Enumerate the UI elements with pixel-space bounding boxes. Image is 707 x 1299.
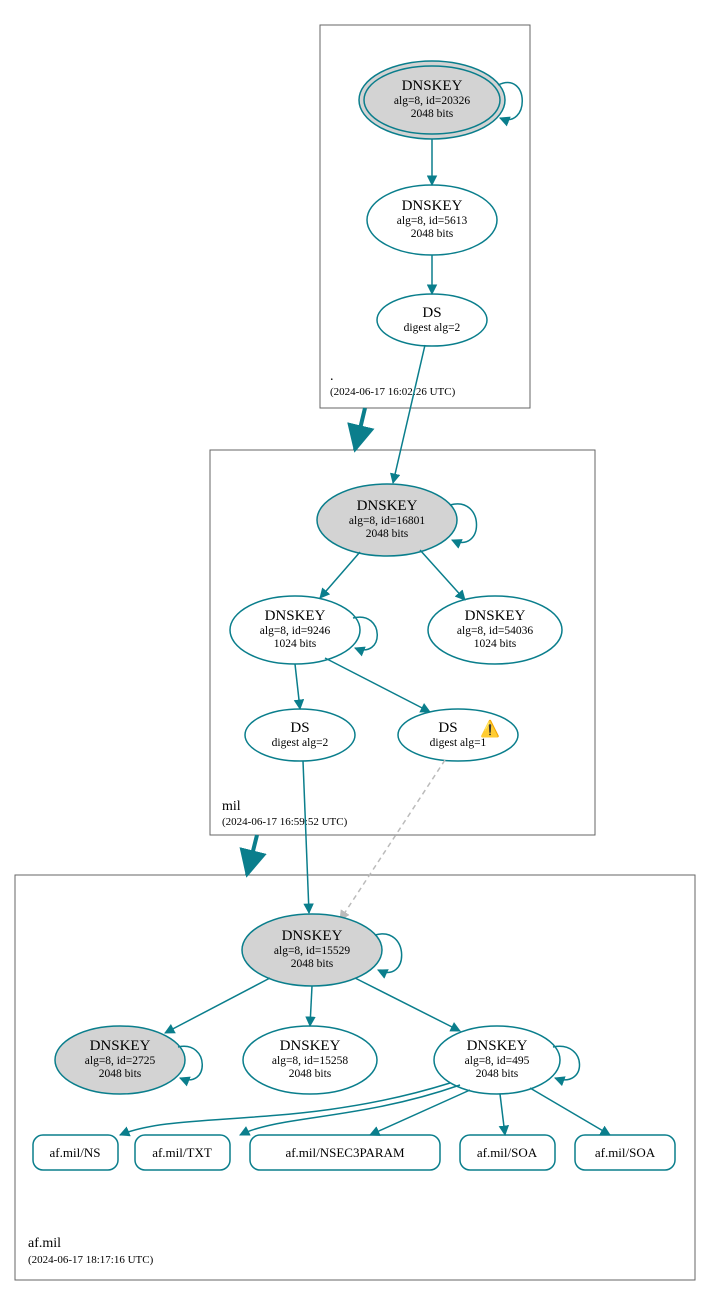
svg-text:2048 bits: 2048 bits xyxy=(411,108,454,120)
svg-text:af.mil/NS: af.mil/NS xyxy=(50,1145,101,1160)
dnssec-graph: . (2024-06-17 16:02:26 UTC) DNSKEY alg=8… xyxy=(0,0,707,1299)
zone-root-ts: (2024-06-17 16:02:26 UTC) xyxy=(330,386,456,398)
svg-text:af.mil/SOA: af.mil/SOA xyxy=(477,1145,538,1160)
leaf-soa2: af.mil/SOA xyxy=(575,1135,675,1170)
zone-afmil-label: af.mil xyxy=(28,1236,61,1251)
svg-text:2048 bits: 2048 bits xyxy=(366,528,409,540)
svg-text:af.mil/NSEC3PARAM: af.mil/NSEC3PARAM xyxy=(285,1145,405,1160)
svg-text:2048 bits: 2048 bits xyxy=(99,1068,142,1080)
svg-text:alg=8, id=2725: alg=8, id=2725 xyxy=(85,1055,156,1067)
node-af-k3: DNSKEY alg=8, id=15258 2048 bits xyxy=(243,1026,377,1094)
svg-text:DNSKEY: DNSKEY xyxy=(465,608,526,624)
svg-text:af.mil/SOA: af.mil/SOA xyxy=(595,1145,656,1160)
svg-text:DNSKEY: DNSKEY xyxy=(467,1038,528,1054)
svg-text:digest alg=2: digest alg=2 xyxy=(272,737,329,749)
svg-text:alg=8, id=495: alg=8, id=495 xyxy=(465,1055,530,1067)
svg-text:DNSKEY: DNSKEY xyxy=(402,78,463,94)
svg-text:DNSKEY: DNSKEY xyxy=(90,1038,151,1054)
svg-text:DNSKEY: DNSKEY xyxy=(357,498,418,514)
svg-text:2048 bits: 2048 bits xyxy=(411,228,454,240)
svg-text:DNSKEY: DNSKEY xyxy=(402,198,463,214)
svg-text:DS: DS xyxy=(422,305,441,321)
zone-mil-ts: (2024-06-17 16:59:52 UTC) xyxy=(222,816,348,828)
node-af-k2: DNSKEY alg=8, id=2725 2048 bits xyxy=(55,1026,185,1094)
svg-text:alg=8, id=54036: alg=8, id=54036 xyxy=(457,625,533,637)
node-mil-ds1: DS digest alg=2 xyxy=(245,709,355,761)
svg-text:af.mil/TXT: af.mil/TXT xyxy=(152,1145,212,1160)
svg-text:2048 bits: 2048 bits xyxy=(289,1068,332,1080)
leaf-txt: af.mil/TXT xyxy=(135,1135,230,1170)
svg-text:DS: DS xyxy=(290,720,309,736)
svg-text:alg=8, id=5613: alg=8, id=5613 xyxy=(397,215,468,227)
svg-text:alg=8, id=15258: alg=8, id=15258 xyxy=(272,1055,348,1067)
svg-text:2048 bits: 2048 bits xyxy=(476,1068,519,1080)
node-mil-zsk1: DNSKEY alg=8, id=9246 1024 bits xyxy=(230,596,360,664)
svg-text:DS: DS xyxy=(438,720,457,736)
svg-text:2048 bits: 2048 bits xyxy=(291,958,334,970)
node-af-ksk: DNSKEY alg=8, id=15529 2048 bits xyxy=(242,914,382,986)
warning-icon: ⚠️ xyxy=(480,719,500,738)
svg-text:digest alg=1: digest alg=1 xyxy=(430,737,487,749)
svg-text:digest alg=2: digest alg=2 xyxy=(404,322,461,334)
svg-text:DNSKEY: DNSKEY xyxy=(265,608,326,624)
svg-text:alg=8, id=9246: alg=8, id=9246 xyxy=(260,625,331,637)
node-root-zsk: DNSKEY alg=8, id=5613 2048 bits xyxy=(367,185,497,255)
svg-text:DNSKEY: DNSKEY xyxy=(282,928,343,944)
zone-afmil-ts: (2024-06-17 18:17:16 UTC) xyxy=(28,1254,154,1266)
svg-text:1024 bits: 1024 bits xyxy=(474,638,517,650)
leaf-ns: af.mil/NS xyxy=(33,1135,118,1170)
node-af-k4: DNSKEY alg=8, id=495 2048 bits xyxy=(434,1026,560,1094)
node-mil-zsk2: DNSKEY alg=8, id=54036 1024 bits xyxy=(428,596,562,664)
leaf-soa1: af.mil/SOA xyxy=(460,1135,555,1170)
node-root-ksk: DNSKEY alg=8, id=20326 2048 bits xyxy=(359,61,505,139)
svg-text:alg=8, id=20326: alg=8, id=20326 xyxy=(394,95,470,107)
node-mil-ds2: DS ⚠️ digest alg=1 xyxy=(398,709,518,761)
svg-text:alg=8, id=16801: alg=8, id=16801 xyxy=(349,515,425,527)
svg-text:DNSKEY: DNSKEY xyxy=(280,1038,341,1054)
svg-text:1024 bits: 1024 bits xyxy=(274,638,317,650)
node-mil-ksk: DNSKEY alg=8, id=16801 2048 bits xyxy=(317,484,457,556)
zone-mil-label: mil xyxy=(222,799,241,814)
zone-root-label: . xyxy=(330,369,334,384)
leaf-nsec: af.mil/NSEC3PARAM xyxy=(250,1135,440,1170)
svg-text:alg=8, id=15529: alg=8, id=15529 xyxy=(274,945,350,957)
node-root-ds: DS digest alg=2 xyxy=(377,294,487,346)
